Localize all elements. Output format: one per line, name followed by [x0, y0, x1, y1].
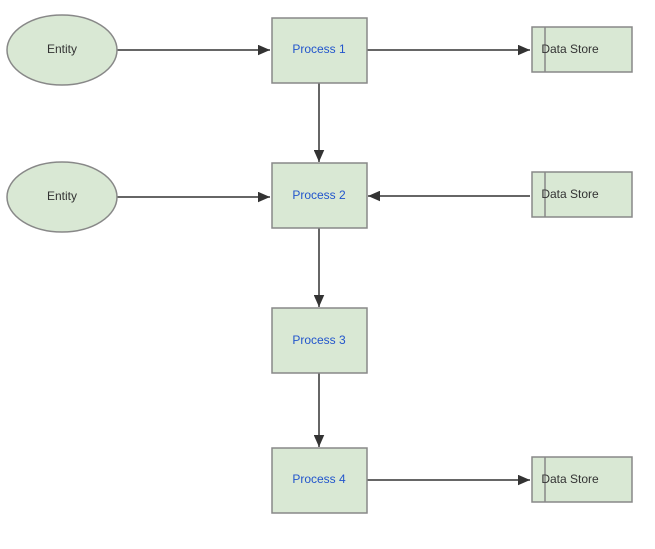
- process1-label: Process 1: [292, 42, 346, 56]
- diagram-svg: Entity Entity Process 1 Process 2 Proces…: [0, 0, 655, 549]
- ds2-label: Data Store: [541, 187, 599, 201]
- process3-label: Process 3: [292, 333, 346, 347]
- diagram-container: Entity Entity Process 1 Process 2 Proces…: [0, 0, 655, 549]
- ds1-label: Data Store: [541, 42, 599, 56]
- process4-label: Process 4: [292, 472, 346, 486]
- ds3-label: Data Store: [541, 472, 599, 486]
- process2-label: Process 2: [292, 188, 346, 202]
- entity2-label: Entity: [47, 189, 77, 203]
- entity1-label: Entity: [47, 42, 77, 56]
